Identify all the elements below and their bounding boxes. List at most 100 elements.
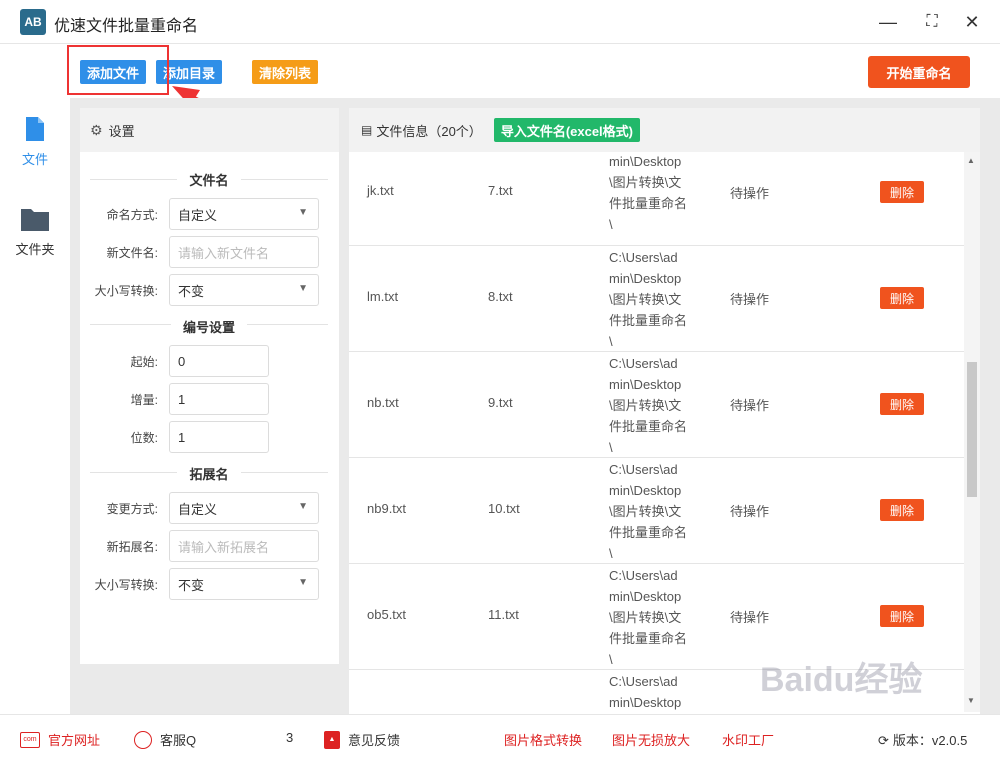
- nav-folder-label: 文件夹: [15, 242, 55, 257]
- website-label: 官方网址: [48, 733, 101, 748]
- new-ext-input[interactable]: 请输入新拓展名: [169, 530, 319, 562]
- delete-button[interactable]: 删除: [880, 605, 924, 627]
- case-select[interactable]: 不变 ▼: [169, 274, 319, 306]
- file-icon: [26, 117, 44, 141]
- table-row[interactable]: lm.txt 8.txt C:\Users\ad min\Desktop \图片…: [349, 246, 964, 352]
- website-link[interactable]: com 官方网址: [20, 730, 100, 749]
- settings-panel: ⚙ 设置 文件名 命名方式: 自定义 ▼ 新文件名: 请输入新文件名 大小写转换…: [80, 108, 339, 664]
- service-tail: 3: [286, 730, 294, 745]
- table-row[interactable]: jk.txt 7.txt min\Desktop \图片转换\文 件批量重命名 …: [349, 152, 964, 246]
- delete-button[interactable]: 删除: [880, 393, 924, 415]
- ext-mode-select[interactable]: 自定义 ▼: [169, 492, 319, 524]
- step-label: 增量:: [130, 393, 158, 407]
- nav-item-folder[interactable]: 文件夹: [0, 206, 70, 258]
- scroll-down-icon[interactable]: ▼: [967, 696, 975, 705]
- delete-button[interactable]: 删除: [880, 499, 924, 521]
- status: 待操作: [730, 292, 770, 307]
- folder-icon: [21, 209, 49, 231]
- digits-input[interactable]: 1: [169, 421, 269, 453]
- version-label: 版本：v2.0.5: [892, 733, 968, 748]
- new-name: 11.txt: [488, 607, 519, 622]
- ext-case-label: 大小写转换:: [94, 578, 158, 592]
- naming-mode-select[interactable]: 自定义 ▼: [169, 198, 319, 230]
- toolbar: 添加文件 添加目录 清除列表 开始重命名: [0, 44, 1000, 162]
- image-enlarge-link[interactable]: 图片无损放大: [612, 730, 690, 749]
- clear-list-button[interactable]: 清除列表: [252, 60, 319, 84]
- status: 待操作: [730, 398, 770, 413]
- file-path: C:\Users\ad min\Desktop: [609, 674, 682, 710]
- naming-mode-label: 命名方式:: [106, 208, 158, 222]
- maximize-button[interactable]: ⛶: [920, 10, 944, 34]
- headset-icon: [134, 730, 152, 749]
- watermark-factory-link[interactable]: 水印工厂: [722, 730, 774, 749]
- scroll-thumb[interactable]: [967, 362, 977, 497]
- section-numbering-title: 编号设置: [170, 320, 247, 335]
- refresh-icon: ⟳: [878, 733, 889, 748]
- scrollbar[interactable]: ▲ ▼: [964, 152, 980, 712]
- ext-case-value: 不变: [178, 577, 205, 593]
- file-path: C:\Users\ad min\Desktop \图片转换\文 件批量重命名 \: [609, 250, 688, 349]
- file-path: C:\Users\ad min\Desktop \图片转换\文 件批量重命名 \: [609, 568, 688, 667]
- close-button[interactable]: ✕: [960, 10, 984, 34]
- title-bar: AB 优速文件批量重命名 — ⛶ ✕: [0, 0, 1000, 44]
- new-name-label: 新文件名:: [106, 246, 158, 260]
- file-icon: ▤: [361, 123, 373, 137]
- delete-button[interactable]: 删除: [880, 181, 924, 203]
- table-row[interactable]: nb9.txt 10.txt C:\Users\ad min\Desktop \…: [349, 458, 964, 564]
- chevron-down-icon: ▼: [298, 577, 308, 588]
- image-convert-link[interactable]: 图片格式转换: [504, 730, 582, 749]
- service-label: 客服Q: [160, 733, 197, 748]
- start-rename-button[interactable]: 开始重命名: [868, 56, 970, 88]
- start-label: 起始:: [130, 355, 158, 369]
- section-ext-title: 拓展名: [177, 467, 241, 482]
- feedback-label: 意见反馈: [348, 733, 401, 748]
- nav-file-label: 文件: [21, 152, 48, 167]
- file-path: min\Desktop \图片转换\文 件批量重命名 \: [609, 154, 688, 232]
- original-name: lm.txt: [367, 289, 399, 304]
- pdf-icon: ▲: [324, 730, 340, 749]
- app-logo: AB: [20, 9, 46, 35]
- bottom-bar: com 官方网址 客服Q 3 ▲ 意见反馈 图片格式转换 图片无损放大 水印工厂…: [0, 714, 1000, 760]
- section-filename-title: 文件名: [177, 173, 241, 188]
- new-ext-label: 新拓展名:: [106, 540, 158, 554]
- original-name: nb.txt: [367, 395, 399, 410]
- settings-header: ⚙ 设置: [80, 108, 339, 152]
- chevron-down-icon: ▼: [298, 283, 308, 294]
- status: 待操作: [730, 186, 770, 201]
- gear-icon: ⚙: [90, 121, 103, 138]
- new-name: 9.txt: [488, 395, 513, 410]
- new-name-input[interactable]: 请输入新文件名: [169, 236, 319, 268]
- app-title: 优速文件批量重命名: [54, 18, 199, 35]
- version: ⟳ 版本：v2.0.5: [878, 730, 967, 749]
- case-label: 大小写转换:: [94, 284, 158, 298]
- file-info-title: 文件信息（20个）: [376, 123, 482, 139]
- new-name: 7.txt: [488, 183, 513, 198]
- web-icon: com: [20, 731, 40, 748]
- file-list: jk.txt 7.txt min\Desktop \图片转换\文 件批量重命名 …: [349, 152, 964, 714]
- status: 待操作: [730, 610, 770, 625]
- ext-mode-label: 变更方式:: [106, 502, 158, 516]
- settings-title: 设置: [108, 123, 135, 139]
- file-info-panel: ▤ 文件信息（20个） 导入文件名(excel格式) jk.txt 7.txt …: [349, 108, 980, 714]
- delete-button[interactable]: 删除: [880, 287, 924, 309]
- watermark: Baidu经验: [760, 661, 923, 699]
- original-name: ob5.txt: [367, 607, 407, 622]
- import-excel-button[interactable]: 导入文件名(excel格式): [493, 118, 641, 142]
- nav-item-file[interactable]: 文件: [0, 116, 70, 168]
- service-link[interactable]: 客服Q: [134, 730, 196, 749]
- left-nav: 文件 文件夹: [0, 106, 70, 714]
- feedback-link[interactable]: ▲ 意见反馈: [324, 730, 400, 749]
- table-row[interactable]: nb.txt 9.txt C:\Users\ad min\Desktop \图片…: [349, 352, 964, 458]
- step-input[interactable]: 1: [169, 383, 269, 415]
- scroll-up-icon[interactable]: ▲: [967, 156, 975, 165]
- chevron-down-icon: ▼: [298, 501, 308, 512]
- start-input[interactable]: 0: [169, 345, 269, 377]
- file-path: C:\Users\ad min\Desktop \图片转换\文 件批量重命名 \: [609, 356, 688, 455]
- ext-case-select[interactable]: 不变 ▼: [169, 568, 319, 600]
- new-name: 10.txt: [488, 501, 520, 516]
- minimize-button[interactable]: —: [876, 10, 900, 34]
- original-name: nb9.txt: [367, 501, 407, 516]
- chevron-down-icon: ▼: [298, 207, 308, 218]
- file-path: C:\Users\ad min\Desktop \图片转换\文 件批量重命名 \: [609, 462, 688, 561]
- file-info-header: ▤ 文件信息（20个） 导入文件名(excel格式): [349, 108, 980, 152]
